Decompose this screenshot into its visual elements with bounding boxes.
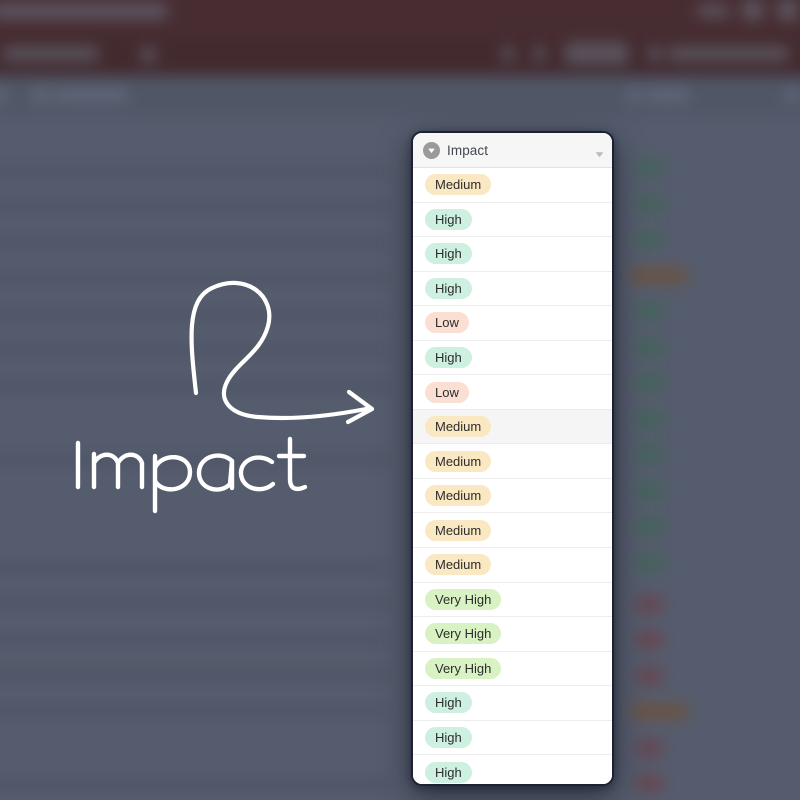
impact-badge: Medium — [425, 174, 492, 196]
backdrop-text-line — [0, 310, 388, 320]
backdrop-status-chip — [628, 702, 690, 721]
backdrop-col-header — [647, 88, 690, 103]
impact-option-list[interactable]: Medium High High High Low High Low Medium Medium… — [413, 168, 612, 784]
impact-badge: Very High — [425, 657, 502, 679]
backdrop-status-chip — [635, 739, 665, 757]
impact-badge: High — [425, 761, 472, 783]
backdrop-breadcrumb — [2, 46, 99, 61]
backdrop-text-line — [0, 635, 390, 645]
impact-option-row[interactable]: Very High — [413, 651, 612, 687]
blurred-app-backdrop — [0, 0, 800, 800]
impact-badge: High — [425, 277, 472, 299]
impact-badge: High — [425, 347, 472, 368]
backdrop-col-menu — [784, 88, 800, 103]
backdrop-text-line — [0, 345, 390, 356]
backdrop-status-chip — [635, 774, 665, 793]
backdrop-status-chip — [635, 553, 665, 572]
backdrop-text-line — [0, 202, 392, 212]
backdrop-text-line — [0, 779, 392, 789]
impact-badge: High — [425, 243, 472, 265]
select-field-icon — [423, 141, 440, 159]
backdrop-status-chip — [635, 302, 665, 320]
backdrop-tab-1 — [0, 88, 7, 103]
backdrop-status-chip — [635, 517, 665, 536]
impact-option-row[interactable]: High — [413, 340, 612, 376]
backdrop-text-line — [0, 238, 390, 249]
impact-badge: Low — [425, 312, 469, 334]
backdrop-tab-2 — [54, 88, 128, 103]
backdrop-status-chip — [635, 445, 665, 464]
backdrop-text-line — [0, 563, 390, 573]
impact-badge: Medium — [425, 554, 492, 576]
backdrop-text-line — [0, 167, 390, 177]
dropdown-header[interactable]: Impact — [413, 133, 612, 168]
screenshot-root: Impact Medium High High High Low High Low Mediu… — [0, 0, 800, 800]
backdrop-status-chip — [635, 410, 665, 429]
impact-badge: High — [425, 727, 472, 749]
backdrop-primary-button — [564, 42, 629, 65]
backdrop-window-title — [0, 2, 168, 20]
impact-option-row[interactable]: Low — [413, 306, 612, 341]
backdrop-text-line — [0, 670, 392, 680]
impact-option-row[interactable]: High — [413, 755, 612, 784]
impact-badge: Medium — [425, 519, 492, 541]
impact-option-row[interactable]: Medium — [413, 444, 612, 479]
backdrop-text-line — [0, 274, 392, 284]
backdrop-text-line — [0, 382, 392, 392]
backdrop-status-chip — [635, 338, 665, 357]
impact-badge: High — [425, 692, 472, 714]
chevron-down-icon[interactable] — [595, 146, 604, 157]
backdrop-text-line — [0, 455, 392, 465]
impact-option-row[interactable]: Medium — [413, 478, 612, 514]
backdrop-action-4 — [668, 46, 789, 61]
backdrop-breadcrumb-icon — [140, 46, 157, 64]
backdrop-text-line — [0, 706, 388, 717]
backdrop-action-2 — [533, 46, 546, 61]
backdrop-status-chip — [635, 482, 665, 500]
backdrop-status-chip — [635, 374, 665, 392]
impact-option-row[interactable]: Medium — [413, 168, 612, 203]
backdrop-col-icon — [626, 88, 642, 103]
impact-badge: Medium — [425, 485, 492, 507]
impact-badge: Low — [425, 381, 469, 403]
impact-badge: Medium — [425, 416, 492, 438]
impact-option-row[interactable]: Low — [413, 375, 612, 410]
impact-badge: Very High — [425, 623, 502, 645]
dropdown-title: Impact — [447, 142, 489, 158]
impact-badge: Medium — [425, 450, 492, 472]
backdrop-status-chip — [635, 158, 665, 177]
impact-option-row[interactable]: Very High — [413, 617, 612, 652]
impact-dropdown-panel[interactable]: Impact Medium High High High Low High Low Mediu… — [411, 131, 614, 786]
impact-option-row[interactable]: Medium — [413, 548, 612, 583]
backdrop-status-chip — [635, 595, 665, 614]
impact-option-row[interactable]: High — [413, 202, 612, 238]
backdrop-topbar-label — [697, 4, 729, 18]
impact-option-row[interactable]: Medium — [413, 409, 612, 445]
impact-option-row[interactable]: High — [413, 271, 612, 307]
impact-badge: High — [425, 208, 472, 230]
impact-option-row[interactable]: Very High — [413, 582, 612, 618]
backdrop-text-line — [0, 598, 392, 608]
backdrop-content-area — [0, 75, 800, 800]
backdrop-status-chip — [635, 195, 665, 213]
impact-option-row[interactable]: High — [413, 686, 612, 721]
backdrop-status-chip — [628, 266, 690, 285]
backdrop-action-1 — [501, 46, 515, 61]
backdrop-status-chip — [635, 230, 665, 249]
backdrop-action-3 — [647, 46, 663, 61]
impact-option-row[interactable]: High — [413, 237, 612, 272]
impact-badge: Very High — [425, 588, 502, 610]
backdrop-status-chip — [635, 667, 665, 685]
impact-option-row[interactable]: High — [413, 720, 612, 756]
backdrop-tab-icon — [31, 86, 49, 104]
backdrop-status-chip — [635, 630, 665, 649]
impact-option-row[interactable]: Medium — [413, 513, 612, 549]
